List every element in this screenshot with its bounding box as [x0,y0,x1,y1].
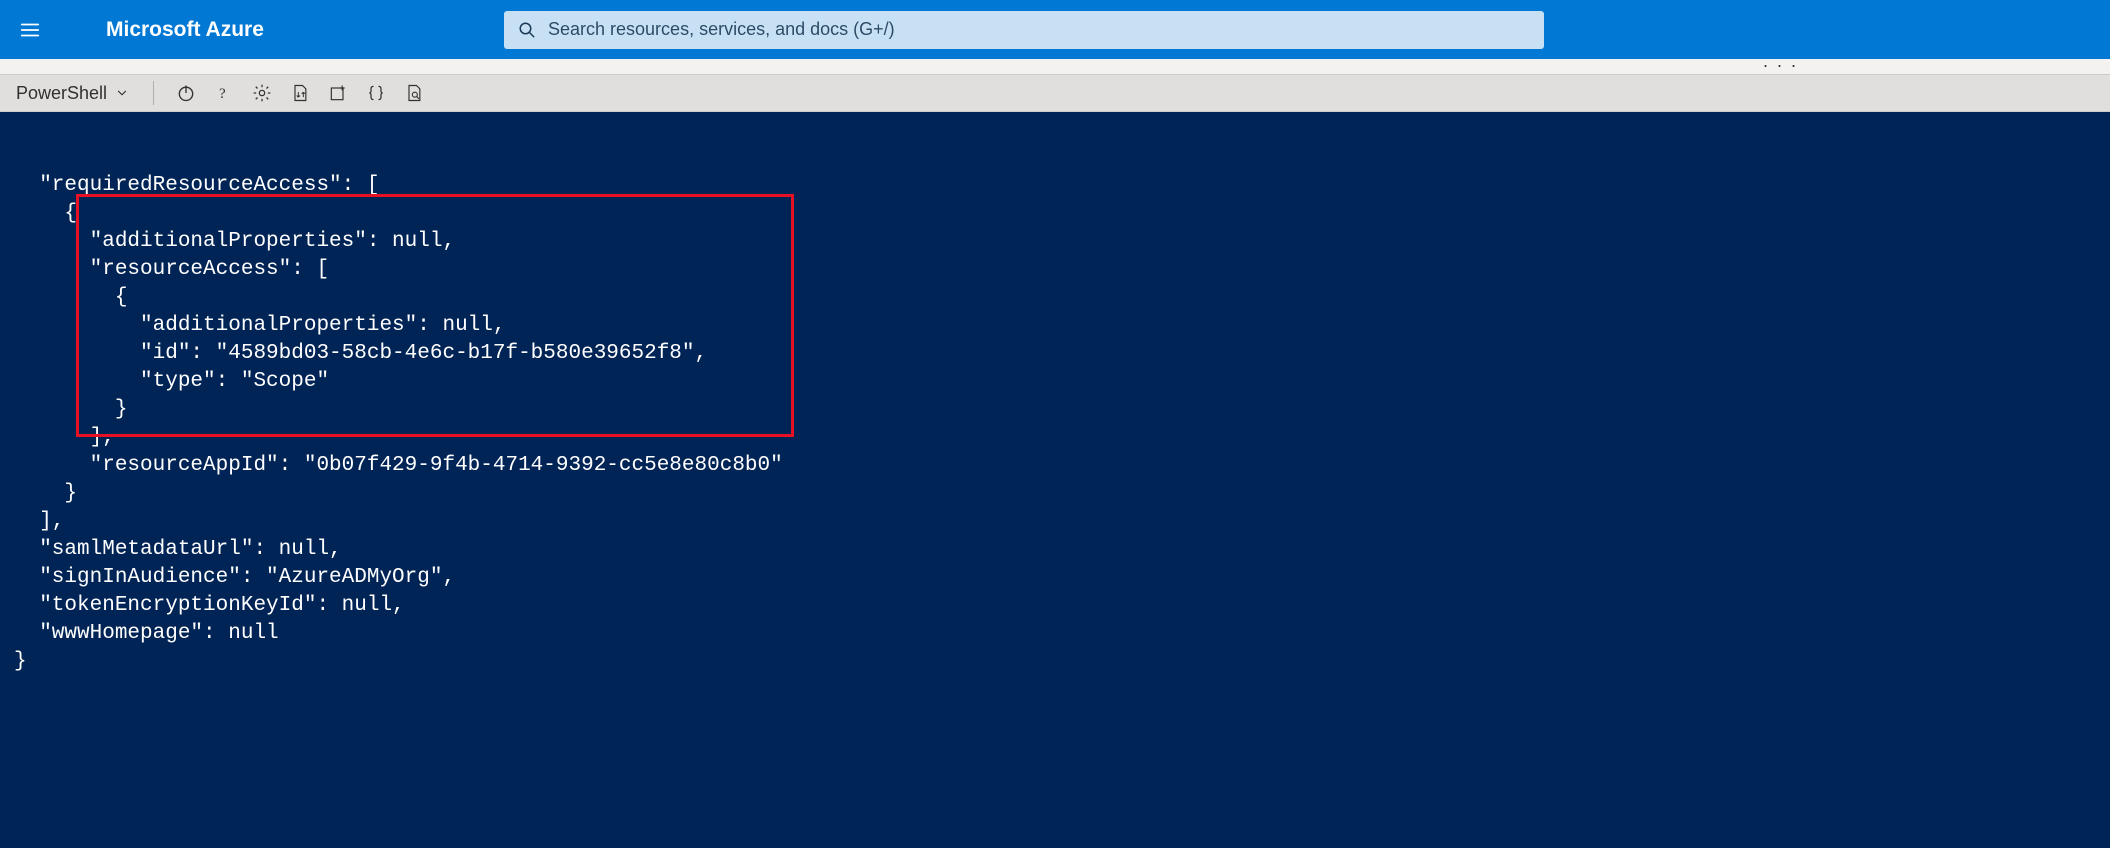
brand-label: Microsoft Azure [106,18,264,42]
menu-button[interactable] [10,10,50,50]
terminal-line: "type": "Scope" [14,368,2100,396]
terminal-line: "requiredResourceAccess": [ [14,172,2100,200]
shell-selector[interactable]: PowerShell [6,77,139,109]
help-icon: ? [214,83,234,103]
help-button[interactable]: ? [206,77,242,109]
terminal-line: ], [14,424,2100,452]
terminal-output[interactable]: "requiredResourceAccess": [ { "additiona… [0,112,2110,848]
chevron-down-icon [115,86,129,100]
cloud-shell-toolbar: PowerShell ? [0,74,2110,112]
terminal-line: "additionalProperties": null, [14,312,2100,340]
terminal-line: "samlMetadataUrl": null, [14,536,2100,564]
shell-selector-label: PowerShell [16,83,107,104]
editor-button[interactable] [358,77,394,109]
search-box[interactable] [504,11,1544,49]
terminal-line: "tokenEncryptionKeyId": null, [14,592,2100,620]
restart-button[interactable] [168,77,204,109]
terminal-line: "resourceAppId": "0b07f429-9f4b-4714-939… [14,452,2100,480]
terminal-line: } [14,480,2100,508]
terminal-line: "wwwHomepage": null [14,620,2100,648]
terminal-line: "resourceAccess": [ [14,256,2100,284]
preview-button[interactable] [396,77,432,109]
new-session-button[interactable] [320,77,356,109]
search-input[interactable] [548,19,1530,40]
search-wrap [504,11,1544,49]
terminal-line: } [14,648,2100,676]
power-icon [176,83,196,103]
settings-button[interactable] [244,77,280,109]
gear-icon [252,83,272,103]
new-tab-icon [328,83,348,103]
terminal-line: "id": "4589bd03-58cb-4e6c-b17f-b580e3965… [14,340,2100,368]
terminal-line: { [14,200,2100,228]
svg-text:?: ? [219,86,226,102]
terminal-line: "signInAudience": "AzureADMyOrg", [14,564,2100,592]
terminal-line: ], [14,508,2100,536]
resize-strip[interactable]: . . . [0,59,2110,74]
terminal-line: } [14,396,2100,424]
toolbar-divider [153,81,154,105]
terminal-line: { [14,284,2100,312]
upload-download-button[interactable] [282,77,318,109]
search-icon [518,21,536,39]
file-search-icon [404,83,424,103]
file-transfer-icon [290,83,310,103]
ellipsis-icon: . . . [1763,51,1798,72]
hamburger-icon [19,19,41,41]
braces-icon [366,83,386,103]
terminal-line: "additionalProperties": null, [14,228,2100,256]
